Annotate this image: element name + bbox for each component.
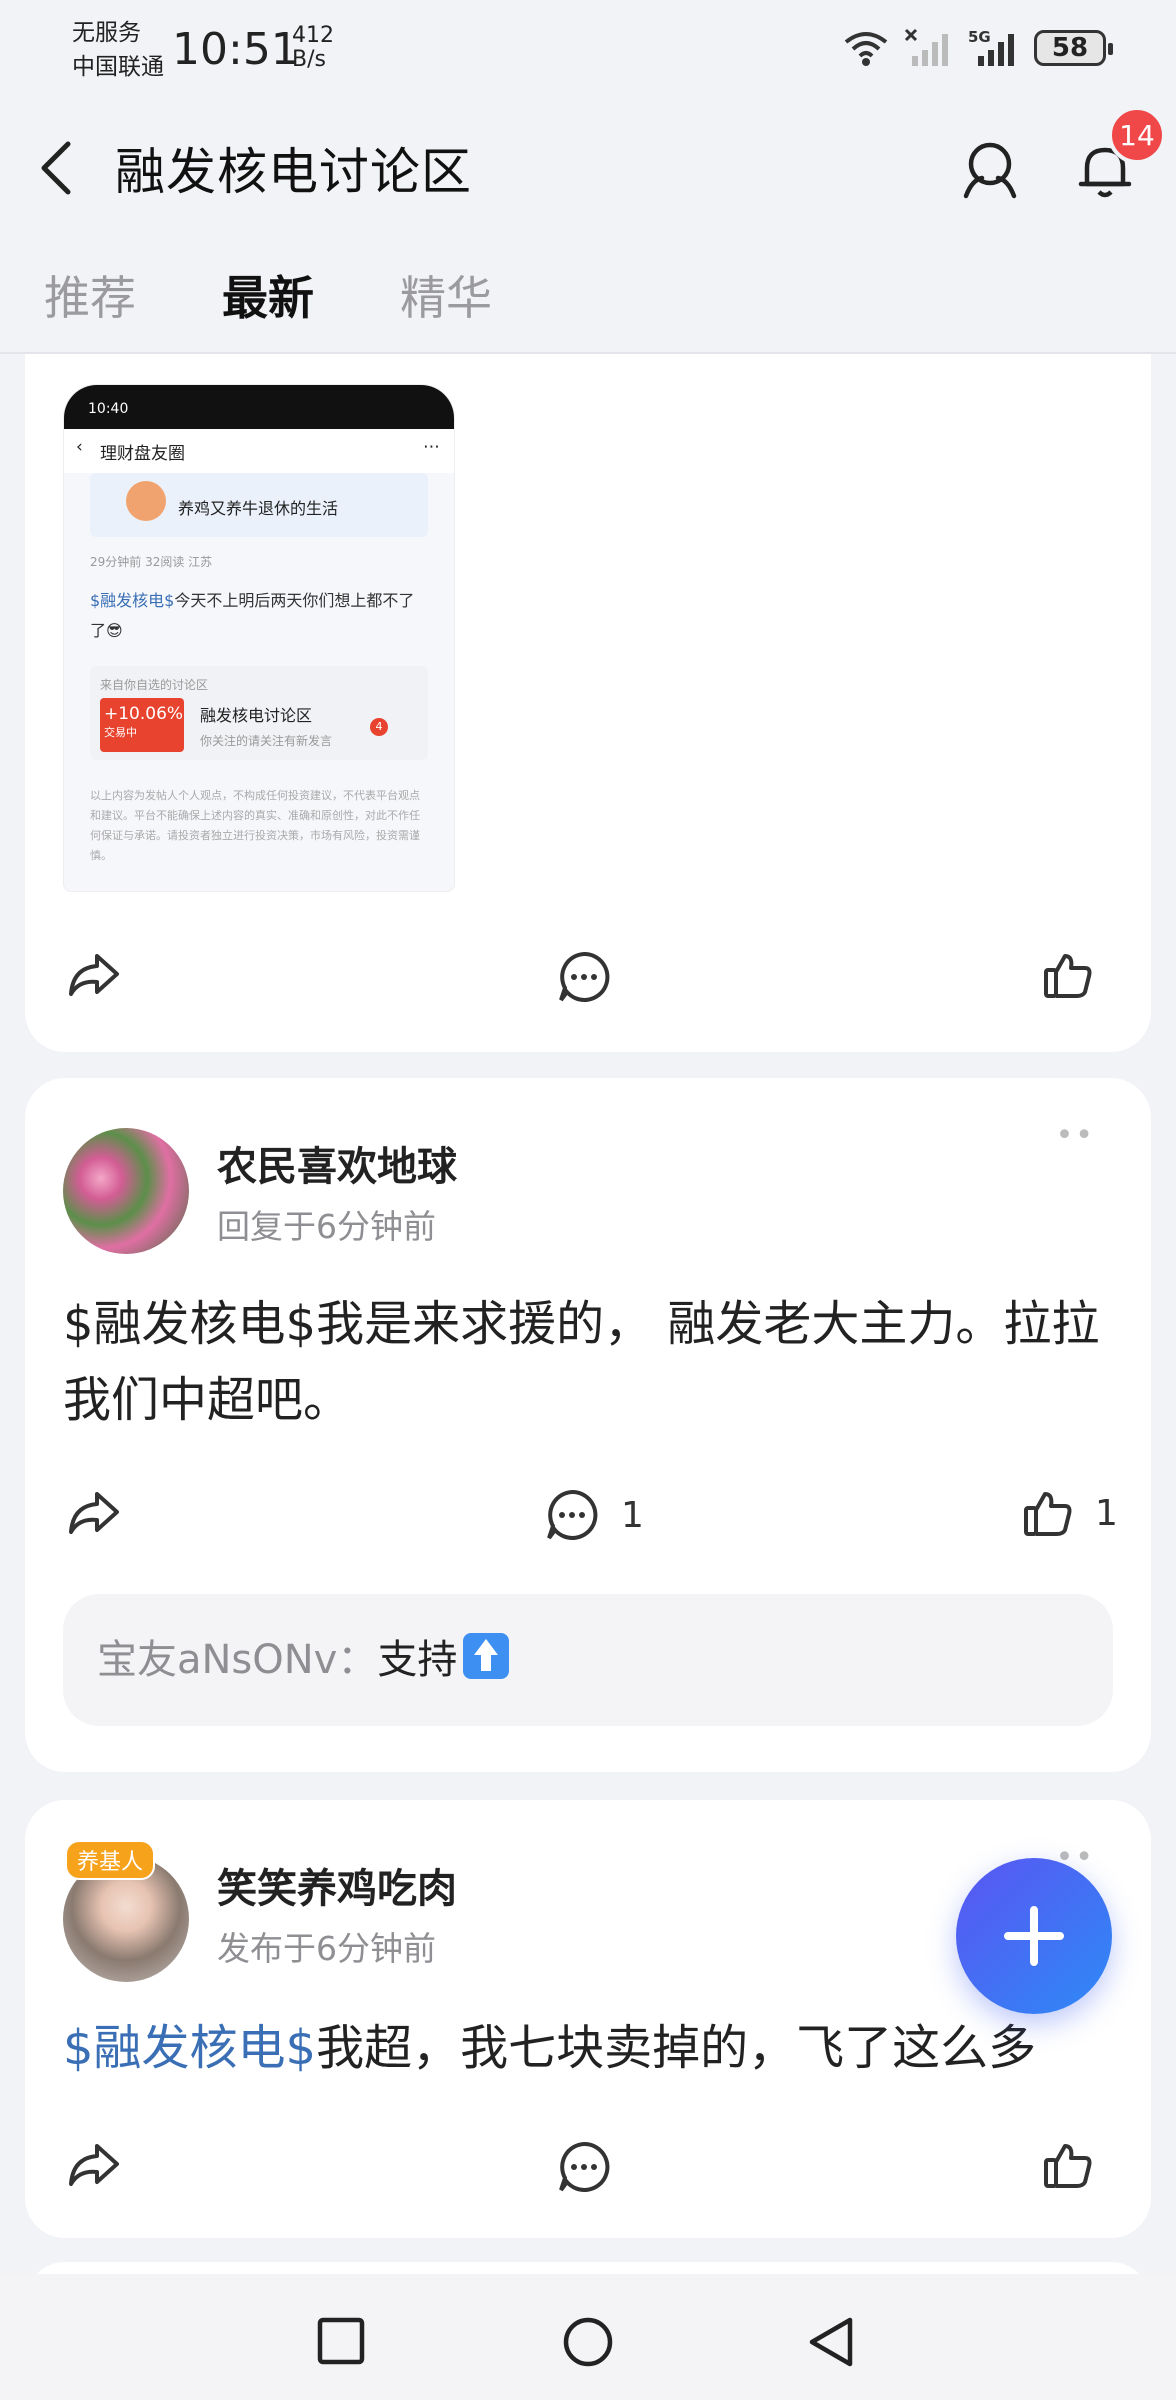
embedded-text: $融发核电$今天不上明后两天你们想上都不了了😎 xyxy=(64,586,454,646)
embedded-stock-tag: $融发核电$ xyxy=(90,591,175,610)
user-profile-icon[interactable] xyxy=(960,140,1020,200)
embedded-forum-name: 融发核电讨论区 xyxy=(200,706,313,725)
comment-preview[interactable]: 宝友aNsONv：支持 xyxy=(63,1594,1113,1726)
carrier: 无服务 中国联通 xyxy=(72,16,164,84)
status-icons: 5G 58 xyxy=(842,28,1113,68)
thumbs-up-icon xyxy=(1043,2140,1093,2190)
share-button[interactable] xyxy=(67,2140,121,2190)
app-header: 融发核电讨论区 14 xyxy=(0,100,1176,240)
back-triangle-icon[interactable] xyxy=(806,2316,856,2368)
post-time: 回复于6分钟前 xyxy=(217,1207,436,1246)
avatar-badge: 养基人 xyxy=(65,1840,156,1880)
plus-icon xyxy=(1002,1904,1066,1968)
wifi-icon xyxy=(842,28,890,68)
share-button[interactable] xyxy=(67,1488,121,1538)
embedded-forum-card: 来自你自选的讨论区 +10.06% 交易中 融发核电讨论区 你关注的请关注有新发言… xyxy=(90,666,428,760)
embedded-forum-state: 交易中 xyxy=(104,726,137,739)
comment-icon xyxy=(557,2140,611,2194)
net-speed-unit: B/s xyxy=(292,47,326,72)
stock-tag[interactable]: $融发核电$ xyxy=(63,2020,316,2076)
username[interactable]: 笑笑养鸡吃肉 xyxy=(217,1856,457,1914)
comment-count: 1 xyxy=(621,1494,644,1536)
net-speed-value: 412 xyxy=(292,23,334,48)
comment-user: 宝友aNsONv： xyxy=(97,1637,378,1683)
status-bar: 无服务 中国联通 10:51 412 B/s 5G 58 xyxy=(0,0,1176,100)
tab-bar: 推荐 最新 精华 xyxy=(0,240,1176,354)
system-nav-bar xyxy=(0,2274,1176,2400)
embedded-nav: ‹ 理财盘友圈 ⋯ xyxy=(64,429,454,473)
embedded-status-bar: 10:40 xyxy=(64,385,454,429)
like-button[interactable] xyxy=(1043,2140,1093,2190)
share-icon xyxy=(67,1488,121,1538)
share-button[interactable] xyxy=(67,950,121,1000)
embedded-avatar xyxy=(126,481,166,521)
back-arrow-icon[interactable] xyxy=(36,138,76,198)
carrier-line1: 无服务 xyxy=(72,20,141,46)
embedded-username: 养鸡又养牛退休的生活 xyxy=(178,499,339,518)
signal-x-icon xyxy=(904,28,954,68)
notification-badge: 14 xyxy=(1108,106,1166,164)
post-content[interactable]: $融发核电$我是来求援的， 融发老大主力。拉拉我们中超吧。 xyxy=(63,1286,1121,1438)
embedded-meta: 29分钟前 32阅读 江苏 xyxy=(90,555,213,569)
embedded-forum-pct: +10.06% 交易中 xyxy=(100,698,184,752)
embedded-more-icon: ⋯ xyxy=(423,437,440,457)
comment-button[interactable] xyxy=(557,950,611,1004)
post-time: 发布于6分钟前 xyxy=(217,1929,436,1968)
battery-icon: 58 xyxy=(1034,30,1113,66)
share-icon xyxy=(67,950,121,1000)
post-content[interactable]: $融发核电$我超，我七块卖掉的，飞了这么多 xyxy=(63,2010,1121,2086)
like-button[interactable]: 1 xyxy=(1023,1488,1118,1538)
recent-apps-icon[interactable] xyxy=(316,2316,366,2366)
embedded-forum-pct-value: +10.06% xyxy=(104,704,184,724)
tab-latest[interactable]: 最新 xyxy=(222,262,314,328)
post-image-screenshot[interactable]: 10:40 ‹ 理财盘友圈 ⋯ 养鸡又养牛退休的生活 29分钟前 32阅读 江苏… xyxy=(63,384,455,892)
signal-5g-icon: 5G xyxy=(968,28,1020,68)
more-options-icon[interactable]: •• xyxy=(1056,1118,1095,1153)
new-post-button[interactable] xyxy=(956,1858,1112,2014)
post-actions: 1 1 xyxy=(25,1488,1151,1548)
thumbs-up-icon xyxy=(1043,950,1093,1000)
up-arrow-emoji-icon xyxy=(463,1633,510,1679)
embedded-disclaimer: 以上内容为发帖人个人观点，不构成任何投资建议，不代表平台观点和建议。平台不能确保… xyxy=(90,789,420,862)
comment-icon xyxy=(557,950,611,1004)
comment-button[interactable]: 1 xyxy=(545,1488,644,1542)
clock: 10:51 xyxy=(172,24,299,75)
net-speed: 412 B/s xyxy=(292,24,334,72)
tab-featured[interactable]: 精华 xyxy=(400,262,492,328)
embedded-nav-title: 理财盘友圈 xyxy=(100,444,185,464)
embedded-forum-from: 来自你自选的讨论区 xyxy=(100,678,209,692)
post-card[interactable]: 农民喜欢地球 回复于6分钟前 •• $融发核电$我是来求援的， 融发老大主力。拉… xyxy=(25,1078,1151,1772)
embedded-forum-count: 4 xyxy=(370,718,388,736)
like-count: 1 xyxy=(1095,1492,1118,1534)
post-card[interactable]: 养基人 笑笑养鸡吃肉 发布于6分钟前 •• $融发核电$我超，我七块卖掉的，飞了… xyxy=(25,1800,1151,2238)
like-button[interactable] xyxy=(1043,950,1093,1000)
embedded-back-icon: ‹ xyxy=(76,437,83,457)
network-label: 5G xyxy=(968,28,991,46)
post-actions xyxy=(25,2140,1151,2200)
avatar[interactable] xyxy=(63,1128,189,1254)
post-card[interactable]: 10:40 ‹ 理财盘友圈 ⋯ 养鸡又养牛退休的生活 29分钟前 32阅读 江苏… xyxy=(25,354,1151,1052)
embedded-user: 养鸡又养牛退休的生活 xyxy=(90,473,428,537)
embedded-forum-sub: 你关注的请关注有新发言 xyxy=(200,734,333,748)
post-actions xyxy=(25,950,1151,1010)
comment-icon xyxy=(545,1488,599,1542)
username[interactable]: 农民喜欢地球 xyxy=(217,1134,457,1192)
thumbs-up-icon xyxy=(1023,1488,1073,1538)
comment-text: 支持 xyxy=(377,1637,458,1683)
comment-button[interactable] xyxy=(557,2140,611,2194)
page-title: 融发核电讨论区 xyxy=(115,143,472,201)
carrier-line2: 中国联通 xyxy=(72,54,164,80)
tab-recommend[interactable]: 推荐 xyxy=(44,262,136,328)
share-icon xyxy=(67,2140,121,2190)
post-text: 我超，我七块卖掉的，飞了这么多 xyxy=(316,2020,1037,2076)
home-icon[interactable] xyxy=(562,2316,614,2368)
